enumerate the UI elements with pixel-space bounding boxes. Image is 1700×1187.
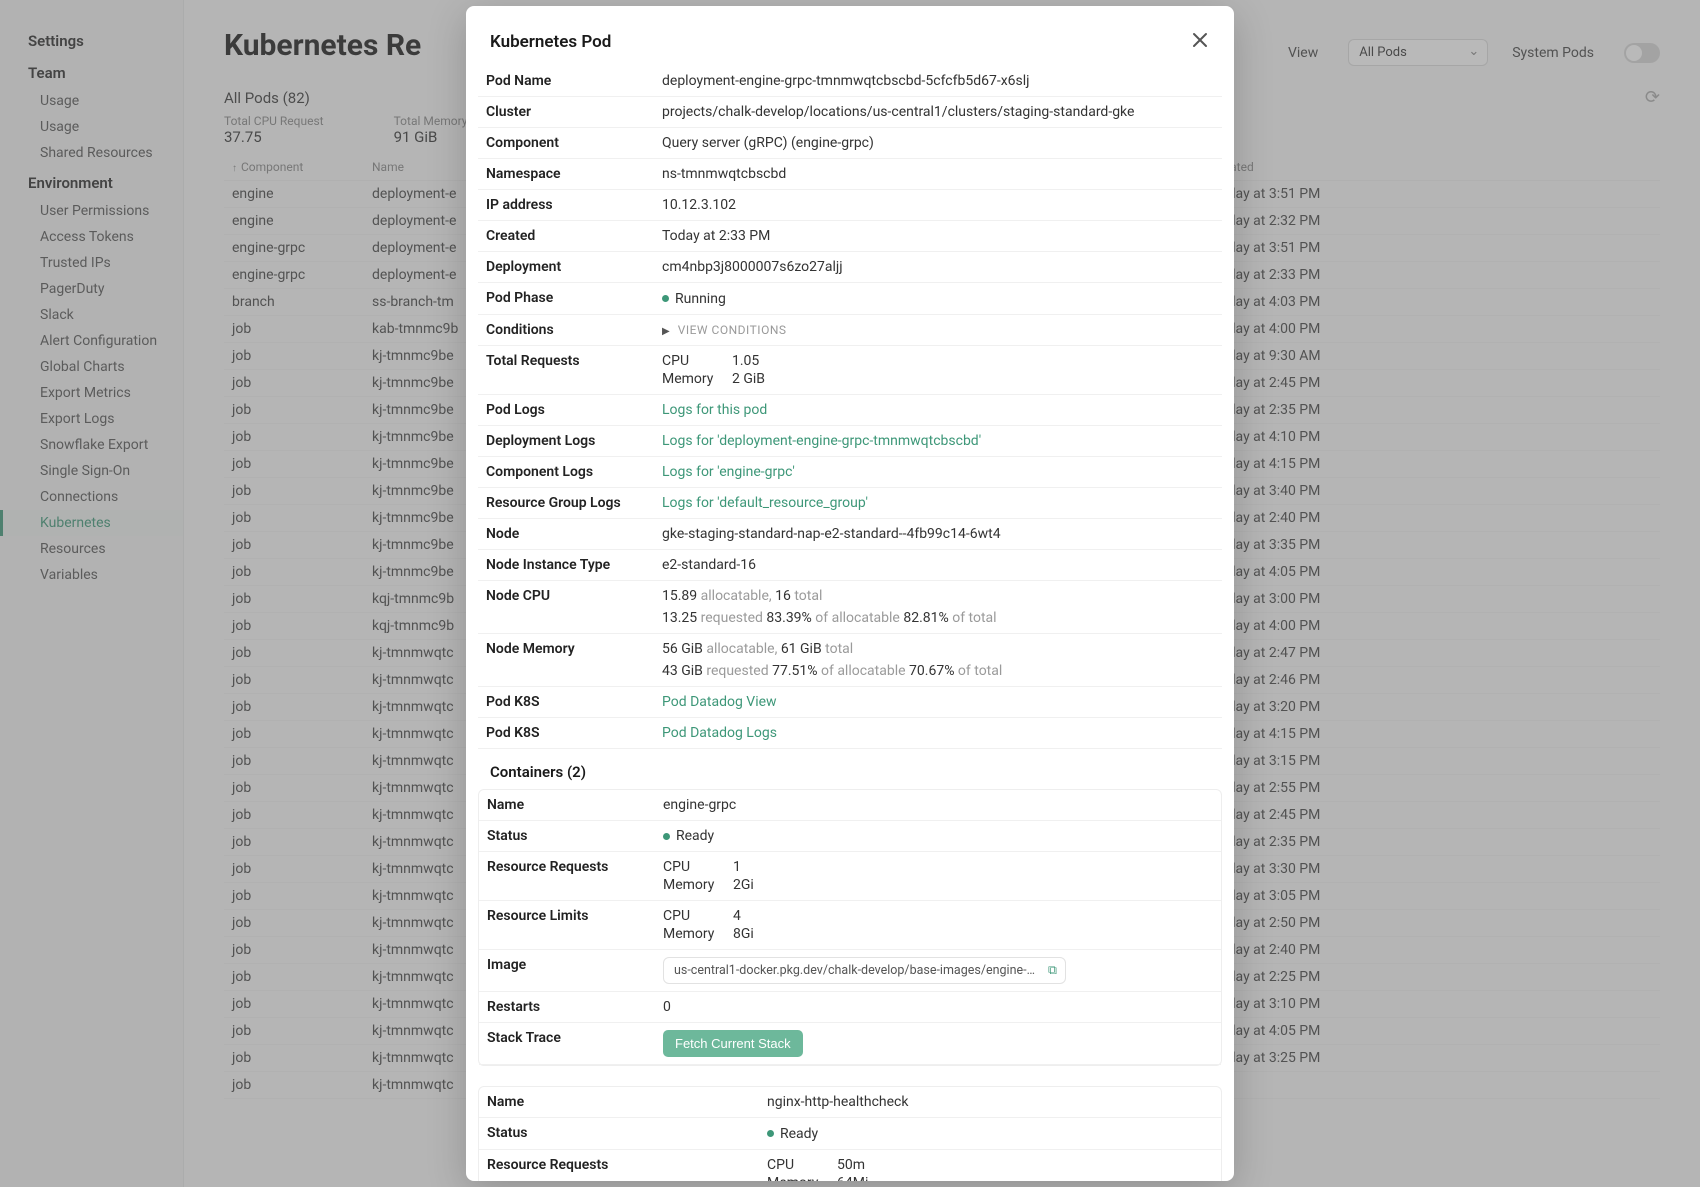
- kv-podlogs-key: Pod Logs: [478, 394, 654, 425]
- container-card: Nameengine-grpc Status Ready Resource Req…: [478, 789, 1222, 1067]
- c1-name-key: Name: [479, 790, 655, 821]
- kv-podk8s-logs-key: Pod K8S: [478, 717, 654, 748]
- c1-image-key: Image: [479, 950, 655, 992]
- c1-requests-key: Resource Requests: [479, 852, 655, 901]
- close-icon[interactable]: [1190, 30, 1210, 54]
- c1-name-val: engine-grpc: [655, 790, 1221, 821]
- resource-group-logs-link[interactable]: Logs for 'default_resource_group': [662, 495, 868, 511]
- c1-status-val: Ready: [663, 828, 714, 844]
- view-conditions-link[interactable]: VIEW CONDITIONS: [678, 323, 787, 337]
- kv-deployment-key: Deployment: [478, 252, 654, 283]
- pod-details-modal: Kubernetes Pod Pod Namedeployment-engine…: [466, 6, 1234, 1181]
- kv-namespace-val: ns-tmnmwqtcbscbd: [654, 159, 1222, 190]
- kv-nodecpu-key: Node CPU: [478, 580, 654, 633]
- c1-image-val[interactable]: us-central1-docker.pkg.dev/chalk-develop…: [663, 957, 1066, 984]
- c1-stack-key: Stack Trace: [479, 1023, 655, 1065]
- status-dot-icon: [767, 1130, 774, 1137]
- kv-component-val: Query server (gRPC) (engine-grpc): [654, 128, 1222, 159]
- copy-icon[interactable]: ⧉: [1048, 963, 1057, 978]
- c1-limits-val: CPU4Memory8Gi: [655, 901, 1221, 950]
- kv-deployment-val: cm4nbp3j8000007s6zo27aljj: [654, 252, 1222, 283]
- fetch-stack-button[interactable]: Fetch Current Stack: [663, 1030, 803, 1057]
- pod-logs-link[interactable]: Logs for this pod: [662, 402, 767, 418]
- container-card: Namenginx-http-healthcheck Status Ready R…: [478, 1086, 1222, 1181]
- pod-datadog-logs-link[interactable]: Pod Datadog Logs: [662, 725, 777, 741]
- kv-pod-name-key: Pod Name: [478, 66, 654, 97]
- kv-cluster-val: projects/chalk-develop/locations/us-cent…: [654, 97, 1222, 128]
- status-dot-icon: [662, 295, 669, 302]
- kv-nodecpu-val: 15.89 allocatable, 16 total 13.25 reques…: [654, 580, 1222, 633]
- kv-nodetype-key: Node Instance Type: [478, 549, 654, 580]
- kv-total-requests-key: Total Requests: [478, 345, 654, 394]
- kv-namespace-key: Namespace: [478, 159, 654, 190]
- c2-name-key: Name: [479, 1087, 759, 1118]
- kv-nodemem-val: 56 GiB allocatable, 61 GiB total 43 GiB …: [654, 633, 1222, 686]
- kv-nodemem-key: Node Memory: [478, 633, 654, 686]
- kv-component-key: Component: [478, 128, 654, 159]
- pod-datadog-view-link[interactable]: Pod Datadog View: [662, 694, 777, 710]
- kv-node-val: gke-staging-standard-nap-e2-standard--4f…: [654, 518, 1222, 549]
- c2-status-val: Ready: [767, 1126, 818, 1142]
- kv-created-key: Created: [478, 221, 654, 252]
- kv-nodetype-val: e2-standard-16: [654, 549, 1222, 580]
- kv-ip-val: 10.12.3.102: [654, 190, 1222, 221]
- kv-cluster-key: Cluster: [478, 97, 654, 128]
- kv-deploylogs-key: Deployment Logs: [478, 425, 654, 456]
- kv-conditions-key: Conditions: [478, 314, 654, 345]
- kv-componentlogs-key: Component Logs: [478, 456, 654, 487]
- kv-ip-key: IP address: [478, 190, 654, 221]
- c1-requests-val: CPU1Memory2Gi: [655, 852, 1221, 901]
- c2-requests-val: CPU50mMemory64Mi: [759, 1149, 1221, 1181]
- c1-restarts-key: Restarts: [479, 992, 655, 1023]
- component-logs-link[interactable]: Logs for 'engine-grpc': [662, 464, 795, 480]
- kv-node-key: Node: [478, 518, 654, 549]
- kv-phase-key: Pod Phase: [478, 283, 654, 315]
- c2-status-key: Status: [479, 1118, 759, 1150]
- kv-podk8s-view-key: Pod K8S: [478, 686, 654, 717]
- kv-total-requests-val: CPU1.05 Memory2 GiB: [654, 345, 1222, 394]
- containers-heading: Containers (2): [466, 749, 1234, 789]
- c1-restarts-val: 0: [655, 992, 1221, 1023]
- c1-status-key: Status: [479, 820, 655, 852]
- kv-phase-val: Running: [662, 291, 726, 307]
- c2-name-val: nginx-http-healthcheck: [759, 1087, 1221, 1118]
- kv-rglogs-key: Resource Group Logs: [478, 487, 654, 518]
- kv-pod-name-val: deployment-engine-grpc-tmnmwqtcbscbd-5cf…: [654, 66, 1222, 97]
- c2-requests-key: Resource Requests: [479, 1149, 759, 1181]
- kv-created-val: Today at 2:33 PM: [654, 221, 1222, 252]
- status-dot-icon: [663, 833, 670, 840]
- c1-limits-key: Resource Limits: [479, 901, 655, 950]
- expand-triangle-icon[interactable]: ▶: [662, 326, 670, 337]
- deployment-logs-link[interactable]: Logs for 'deployment-engine-grpc-tmnmwqt…: [662, 433, 981, 449]
- modal-title: Kubernetes Pod: [490, 32, 611, 52]
